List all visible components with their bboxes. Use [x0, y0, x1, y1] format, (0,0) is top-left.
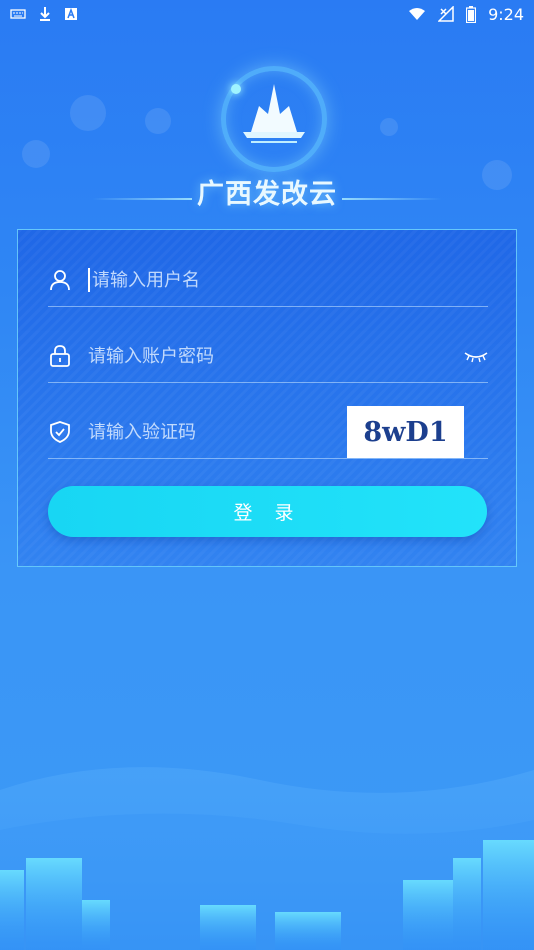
bokeh-dot — [380, 118, 398, 136]
username-field — [48, 254, 488, 307]
lock-icon — [50, 345, 70, 367]
captcha-image[interactable]: 8wD1 — [347, 406, 464, 458]
a-box-icon — [65, 7, 77, 20]
keyboard-icon — [10, 9, 26, 19]
battery-icon — [466, 5, 477, 23]
username-input[interactable] — [92, 265, 488, 295]
cityscape-background — [0, 767, 534, 950]
password-field — [48, 330, 488, 383]
eye-closed-icon[interactable] — [464, 349, 488, 363]
wifi-icon — [409, 8, 426, 20]
status-bar: 9:24 — [0, 0, 534, 28]
user-icon — [50, 270, 70, 291]
app-title: 广西发改云 — [197, 179, 337, 210]
captcha-input[interactable] — [88, 417, 347, 447]
bokeh-dot — [145, 108, 171, 134]
app-logo — [221, 66, 327, 172]
shield-icon — [50, 421, 70, 443]
stadium-logo-icon — [243, 84, 305, 143]
status-left-icons — [10, 6, 78, 22]
login-card: 8wD1 登 录 — [17, 229, 517, 567]
password-input[interactable] — [88, 341, 456, 371]
text-cursor — [88, 268, 90, 292]
bokeh-dot — [22, 140, 50, 168]
bokeh-dot — [70, 95, 106, 131]
captcha-field: 8wD1 — [48, 406, 488, 459]
status-right-icons: 9:24 — [408, 5, 524, 24]
login-button[interactable]: 登 录 — [48, 486, 487, 537]
download-icon — [40, 7, 50, 21]
signal-icon — [438, 6, 454, 22]
status-time: 9:24 — [488, 4, 524, 24]
